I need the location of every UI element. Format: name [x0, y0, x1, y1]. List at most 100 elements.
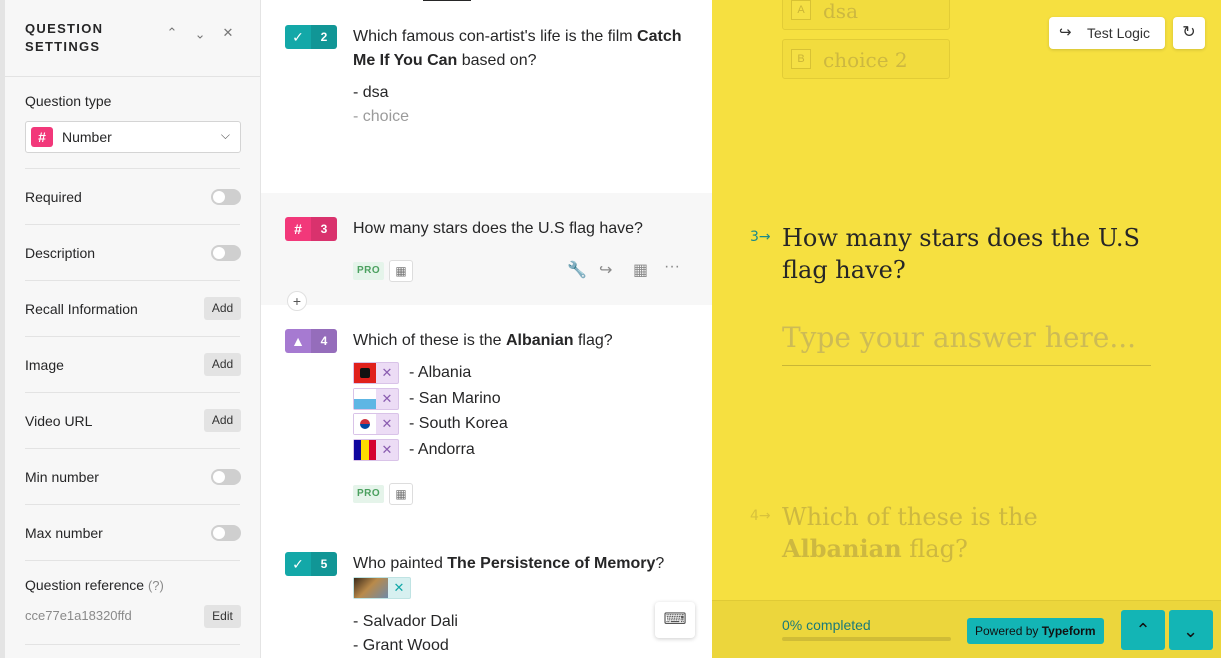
more-options-icon[interactable]: ···	[664, 258, 680, 276]
chevron-down-icon[interactable]: ⌃	[193, 26, 207, 41]
choice-item[interactable]: - South Korea	[409, 413, 508, 435]
image-label: Image	[25, 357, 64, 373]
remove-image-icon[interactable]: ✕	[376, 414, 398, 434]
progress-bar	[782, 637, 951, 641]
video-add-button[interactable]: Add	[204, 409, 241, 432]
calculator-icon[interactable]: ▦	[389, 483, 413, 505]
question-reference-value: cce77e1a18320ffd	[25, 608, 132, 623]
question-badge-3: # 3	[285, 217, 337, 241]
test-logic-button[interactable]: ↪ Test Logic	[1049, 17, 1165, 49]
question-block-3[interactable]: # 3 How many stars does the U.S flag hav…	[261, 193, 712, 305]
refresh-icon: ↻	[1182, 24, 1196, 41]
question-reference-label: Question reference (?)	[25, 577, 164, 593]
andorra-flag-icon	[354, 440, 376, 460]
choice-item[interactable]: - dsa	[353, 81, 389, 105]
pro-badge: PRO	[353, 485, 385, 503]
choice-key: A	[791, 0, 811, 20]
title-bold: The Persistence of Memory	[447, 555, 656, 572]
preview-footer: 0% completed Powered by Typeform ⌃ ⌃	[712, 600, 1221, 658]
san-marino-flag-icon	[354, 389, 376, 409]
question-block-4[interactable]: ▲ 4 Which of these is the Albanian flag?…	[261, 305, 712, 535]
image-add-button[interactable]: Add	[204, 353, 241, 376]
divider	[25, 560, 240, 561]
remove-image-icon[interactable]: ✕	[388, 578, 410, 598]
question-badge-5: ✓ 5	[285, 552, 337, 576]
choice-item[interactable]: - San Marino	[409, 388, 501, 410]
arrow-right-icon: →	[758, 229, 771, 245]
question-type-select[interactable]: # Number ⌵	[25, 121, 241, 153]
divider	[25, 168, 240, 169]
answer-input[interactable]: Type your answer here...	[782, 318, 1151, 366]
close-icon[interactable]: ✕	[221, 26, 235, 40]
remove-image-icon[interactable]: ✕	[376, 363, 398, 383]
divider	[25, 644, 240, 645]
title-bold: Albanian	[505, 332, 574, 349]
refresh-button[interactable]: ↻	[1173, 17, 1205, 49]
recall-information-label: Recall Information	[25, 301, 138, 317]
required-label: Required	[25, 189, 82, 205]
description-label: Description	[25, 245, 96, 261]
remove-image-icon[interactable]: ✕	[376, 389, 398, 409]
choice-text: choice 2	[823, 48, 908, 72]
current-question-number: 3→	[750, 229, 771, 245]
max-number-toggle[interactable]	[211, 525, 241, 541]
powered-prefix: Powered by	[975, 624, 1042, 638]
painting-thumbnail	[354, 578, 388, 598]
choice-item[interactable]: - Salvador Dali	[353, 610, 458, 634]
question-number: 3	[311, 217, 337, 241]
chevron-up-icon: ⌃	[1135, 620, 1151, 640]
choice-placeholder[interactable]: - choice	[353, 105, 409, 129]
choice-item[interactable]: - Albania	[409, 362, 471, 384]
title-text: Who painted	[353, 555, 448, 572]
title-text: flag?	[573, 332, 613, 349]
logic-branch-icon: ↪	[1059, 24, 1072, 41]
calculator-tool-icon[interactable]: ▦	[633, 260, 648, 280]
logic-branch-icon[interactable]: ↪	[599, 260, 612, 280]
check-icon: ✓	[292, 556, 304, 572]
wrench-icon[interactable]: 🔧	[567, 260, 587, 280]
help-hint[interactable]: (?)	[148, 578, 164, 593]
powered-brand: Typeform	[1041, 624, 1096, 638]
painting-image[interactable]: ✕	[353, 577, 411, 599]
min-number-toggle[interactable]	[211, 469, 241, 485]
keyboard-shortcuts-button[interactable]: ⌨	[655, 602, 695, 638]
number-text: 3	[750, 229, 759, 245]
choice-item[interactable]: - Grant Wood	[353, 634, 449, 658]
question-title: Which of these is the Albanian flag?	[353, 329, 693, 353]
hash-icon: #	[294, 221, 302, 237]
next-question-button[interactable]: ⌃	[1169, 610, 1213, 650]
flag-image-albania[interactable]: ✕	[353, 362, 399, 384]
previous-question-button[interactable]: ⌃	[1121, 610, 1165, 650]
powered-by-badge[interactable]: Powered by Typeform	[967, 618, 1104, 644]
choice-item[interactable]: - Andorra	[409, 439, 475, 461]
title-text: Which of these is the	[782, 503, 1038, 531]
albania-flag-icon	[354, 363, 376, 383]
test-logic-label: Test Logic	[1087, 25, 1151, 41]
question-block-5[interactable]: ✓ 5 Who painted The Persistence of Memor…	[261, 535, 712, 658]
calculator-icon[interactable]: ▦	[389, 260, 413, 282]
title-text: flag?	[901, 535, 968, 563]
hash-icon: #	[31, 127, 53, 147]
chevron-up-icon[interactable]: ⌃	[165, 26, 179, 40]
question-block-2[interactable]: ✓ 2 Which famous con-artist's life is th…	[261, 0, 712, 193]
flag-image-andorra[interactable]: ✕	[353, 439, 399, 461]
remove-image-icon[interactable]: ✕	[376, 440, 398, 460]
flag-image-san-marino[interactable]: ✕	[353, 388, 399, 410]
min-number-label: Min number	[25, 469, 99, 485]
divider	[25, 224, 240, 225]
max-number-label: Max number	[25, 525, 103, 541]
question-builder: ✓ 2 Which famous con-artist's life is th…	[261, 0, 712, 658]
description-toggle[interactable]	[211, 245, 241, 261]
required-toggle[interactable]	[211, 189, 241, 205]
reference-edit-button[interactable]: Edit	[204, 605, 241, 628]
image-icon: ▲	[291, 333, 305, 349]
divider	[5, 76, 260, 77]
settings-heading: QUESTION SETTINGS	[25, 21, 104, 54]
flag-image-south-korea[interactable]: ✕	[353, 413, 399, 435]
recall-add-button[interactable]: Add	[204, 297, 241, 320]
pro-badge: PRO	[353, 262, 385, 280]
divider	[25, 280, 240, 281]
number-text: 4	[750, 508, 759, 524]
arrow-right-icon: →	[758, 508, 771, 524]
next-question-number: 4→	[750, 508, 771, 524]
